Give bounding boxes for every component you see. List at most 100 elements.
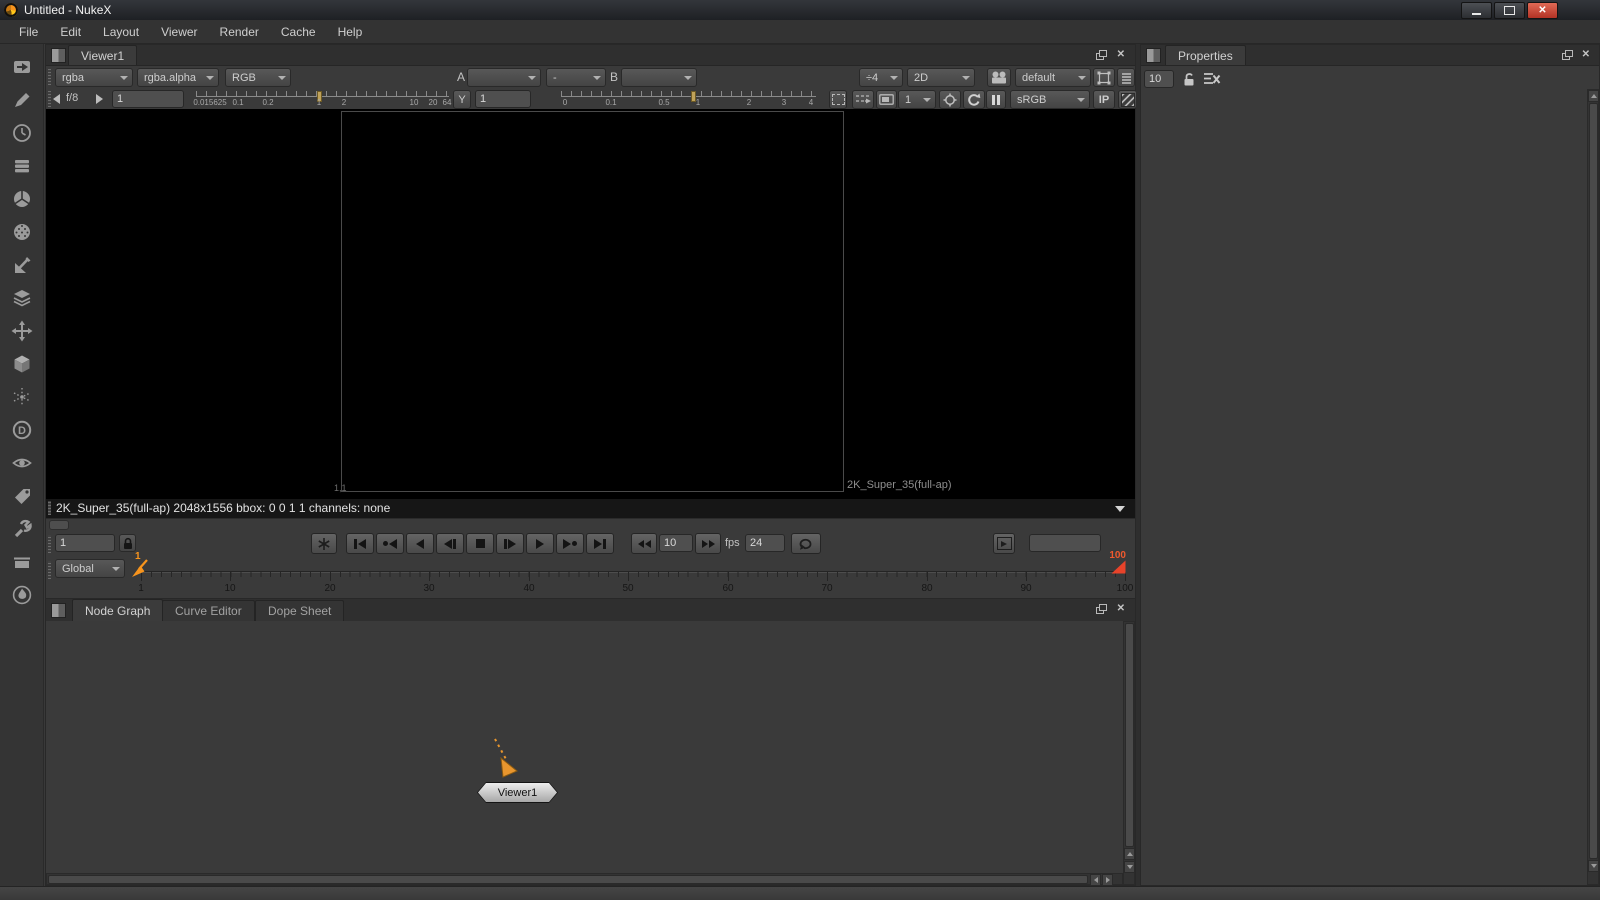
update-viewport-button[interactable] (939, 90, 961, 109)
scroll-down-button[interactable] (1124, 861, 1135, 873)
wipe-mode-dropdown[interactable]: - (546, 68, 606, 87)
panel-menu-icon[interactable] (1146, 48, 1161, 63)
float-panel-icon[interactable] (1096, 604, 1107, 614)
tab-viewer1[interactable]: Viewer1 (68, 45, 137, 65)
fstop-decrease-icon[interactable] (53, 94, 60, 104)
row-grip[interactable] (48, 69, 51, 85)
splitter-handle[interactable] (49, 520, 69, 530)
menu-file[interactable]: File (8, 25, 49, 39)
roi-button[interactable] (829, 90, 847, 109)
views-icon[interactable] (10, 452, 34, 474)
loop-mode-button[interactable] (791, 533, 821, 554)
lock-panels-button[interactable] (1182, 71, 1196, 89)
deep-icon[interactable]: D (10, 419, 34, 441)
clear-all-panels-button[interactable] (1203, 72, 1221, 88)
proxy-toggle-button[interactable] (852, 90, 874, 109)
range-end-marker[interactable] (1110, 560, 1127, 575)
menu-cache[interactable]: Cache (270, 25, 327, 39)
proxy-level-dropdown[interactable]: 1 (898, 90, 936, 109)
fstop-label[interactable]: f/8 (66, 92, 78, 104)
layer-dropdown[interactable]: rgba (55, 68, 133, 87)
menu-layout[interactable]: Layout (92, 25, 150, 39)
menu-help[interactable]: Help (327, 25, 374, 39)
lock-camera-button[interactable] (987, 68, 1011, 87)
row-grip[interactable] (48, 535, 51, 553)
3d-icon[interactable] (10, 353, 34, 375)
viewer-colorspace-dropdown[interactable]: sRGB (1010, 90, 1090, 109)
transform-icon[interactable] (10, 320, 34, 342)
channel-icon[interactable] (10, 155, 34, 177)
gain-slider[interactable]: 0.015625 0.1 0.2 1 2 10 20 64 (196, 91, 449, 109)
refresh-button[interactable] (963, 90, 985, 109)
playhead-marker[interactable] (130, 559, 150, 579)
flipbook-range-input[interactable] (1029, 534, 1101, 552)
furnace-icon[interactable] (10, 584, 34, 606)
filter-icon[interactable] (10, 221, 34, 243)
time-icon[interactable] (10, 122, 34, 144)
scroll-up-button[interactable] (1124, 848, 1135, 860)
viewer-layout-dropdown[interactable]: default (1015, 68, 1091, 87)
frame-format-button[interactable] (1093, 68, 1115, 87)
viewer-viewport[interactable]: 1,1 2K_Super_35(full-ap) (46, 109, 1135, 498)
scroll-right-button[interactable] (1102, 874, 1113, 886)
jump-back-button[interactable] (631, 533, 657, 554)
pause-button[interactable] (986, 90, 1006, 109)
close-panel-icon[interactable]: ✕ (1117, 603, 1125, 615)
viewer1-node[interactable]: Viewer1 (477, 782, 558, 803)
viewer-settings-button[interactable] (1117, 68, 1135, 87)
float-panel-icon[interactable] (1096, 50, 1107, 60)
goto-start-button[interactable] (346, 533, 374, 554)
display-channels-dropdown[interactable]: RGB (225, 68, 291, 87)
scroll-down-button[interactable] (1588, 860, 1599, 872)
title-bar[interactable]: Untitled - NukeX ✕ (0, 0, 1600, 20)
properties-scrollbar[interactable] (1587, 89, 1599, 885)
node-input-arrow[interactable] (486, 736, 532, 788)
tab-node-graph[interactable]: Node Graph (72, 599, 163, 621)
view-mode-dropdown[interactable]: 2D (907, 68, 975, 87)
toolsets-icon[interactable] (10, 518, 34, 540)
row-grip[interactable] (48, 501, 51, 515)
input-process-button[interactable]: IP (1093, 90, 1115, 109)
play-backward-button[interactable] (406, 533, 434, 554)
minimize-button[interactable] (1461, 2, 1492, 19)
frame-lock-button[interactable] (119, 534, 136, 552)
nodegraph-canvas[interactable]: Viewer1 (46, 621, 1135, 885)
tab-properties[interactable]: Properties (1165, 45, 1246, 65)
gamma-slider[interactable]: 0 0.1 0.5 1 2 3 4 (561, 91, 816, 109)
alpha-layer-dropdown[interactable]: rgba.alpha (137, 68, 219, 87)
goto-end-button[interactable] (586, 533, 614, 554)
row-grip[interactable] (48, 91, 51, 107)
timeline-range-dropdown[interactable]: Global (55, 559, 125, 578)
current-frame-input[interactable] (55, 534, 115, 552)
frame-hold-button[interactable] (311, 533, 337, 554)
maximize-button[interactable] (1494, 2, 1525, 19)
cliptest-button[interactable] (1118, 90, 1137, 109)
fps-input[interactable] (745, 534, 785, 552)
close-panel-icon[interactable]: ✕ (1582, 49, 1590, 61)
a-buffer-dropdown[interactable] (467, 68, 541, 87)
draw-icon[interactable] (10, 89, 34, 111)
merge-icon[interactable] (10, 287, 34, 309)
panel-menu-icon[interactable] (51, 603, 66, 618)
scroll-left-button[interactable] (1090, 874, 1101, 886)
image-icon[interactable] (10, 56, 34, 78)
float-panel-icon[interactable] (1562, 50, 1573, 60)
monitor-out-button[interactable] (876, 90, 897, 109)
keyer-icon[interactable] (10, 254, 34, 276)
menu-viewer[interactable]: Viewer (150, 25, 208, 39)
panel-menu-icon[interactable] (51, 48, 66, 63)
jump-forward-button[interactable] (695, 533, 721, 554)
b-buffer-dropdown[interactable] (621, 68, 697, 87)
metadata-icon[interactable] (10, 485, 34, 507)
prev-keyframe-button[interactable] (376, 533, 404, 554)
menu-render[interactable]: Render (209, 25, 270, 39)
color-icon[interactable] (10, 188, 34, 210)
next-keyframe-button[interactable] (556, 533, 584, 554)
stop-button[interactable] (466, 533, 494, 554)
particles-icon[interactable] (10, 386, 34, 408)
downrez-dropdown[interactable]: ÷4 (859, 68, 903, 87)
menu-edit[interactable]: Edit (49, 25, 92, 39)
max-panels-input[interactable] (1144, 70, 1174, 88)
step-forward-button[interactable] (496, 533, 524, 554)
scroll-up-button[interactable] (1588, 90, 1599, 102)
